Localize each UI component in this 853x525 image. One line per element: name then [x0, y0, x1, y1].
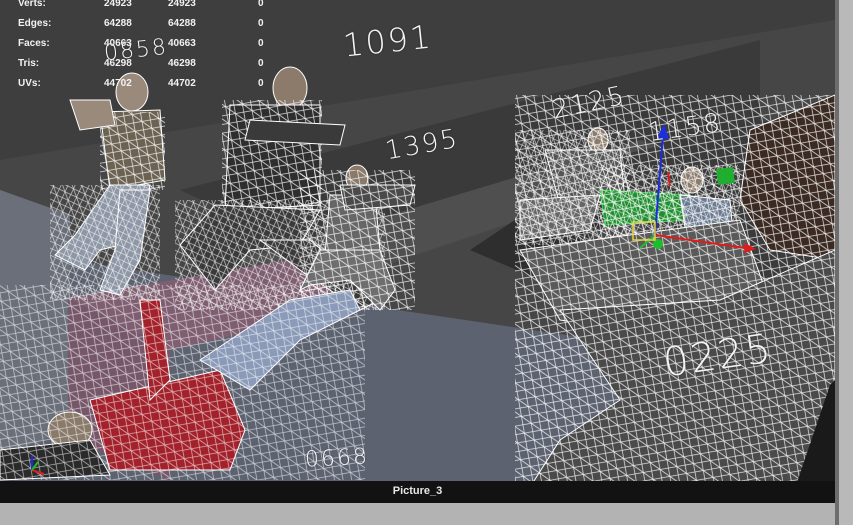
hud-value: 40663 [168, 38, 196, 49]
hud-row: Edges: 64288 64288 0 [18, 14, 278, 34]
viewport-caption-bar: Picture_3 [0, 481, 835, 503]
annotation-0668: 0668 [304, 444, 370, 473]
hud-row: Verts: 24923 24923 0 [18, 0, 278, 14]
viewport-right-border [835, 0, 853, 525]
hud-value: 0 [258, 38, 264, 49]
hud-value: 46298 [168, 58, 196, 69]
viewport-bottom-border [0, 503, 835, 525]
hud-value: 24923 [104, 0, 132, 9]
hud-label: Tris: [18, 58, 40, 69]
hud-label: Edges: [18, 18, 52, 29]
hud-value: 0 [258, 78, 264, 89]
hud-label: UVs: [18, 78, 41, 89]
hud-value: 64288 [104, 18, 132, 29]
hud-label: Verts: [18, 0, 46, 9]
hud-value: 24923 [168, 0, 196, 9]
hud-label: Faces: [18, 38, 50, 49]
hud-value: 0 [258, 58, 264, 69]
hud-row: UVs: 44702 44702 0 [18, 74, 278, 94]
3d-viewport[interactable]: Verts: 24923 24923 0 Edges: 64288 64288 0 Faces:… [0, 0, 835, 503]
wireframe-figure-0225 [515, 94, 835, 503]
hud-value: 44702 [168, 78, 196, 89]
hud-value: 0 [258, 18, 264, 29]
hud-value: 0 [258, 0, 264, 9]
hud-value: 44702 [104, 78, 132, 89]
hud-value: 64288 [168, 18, 196, 29]
camera-caption: Picture_3 [392, 485, 443, 497]
